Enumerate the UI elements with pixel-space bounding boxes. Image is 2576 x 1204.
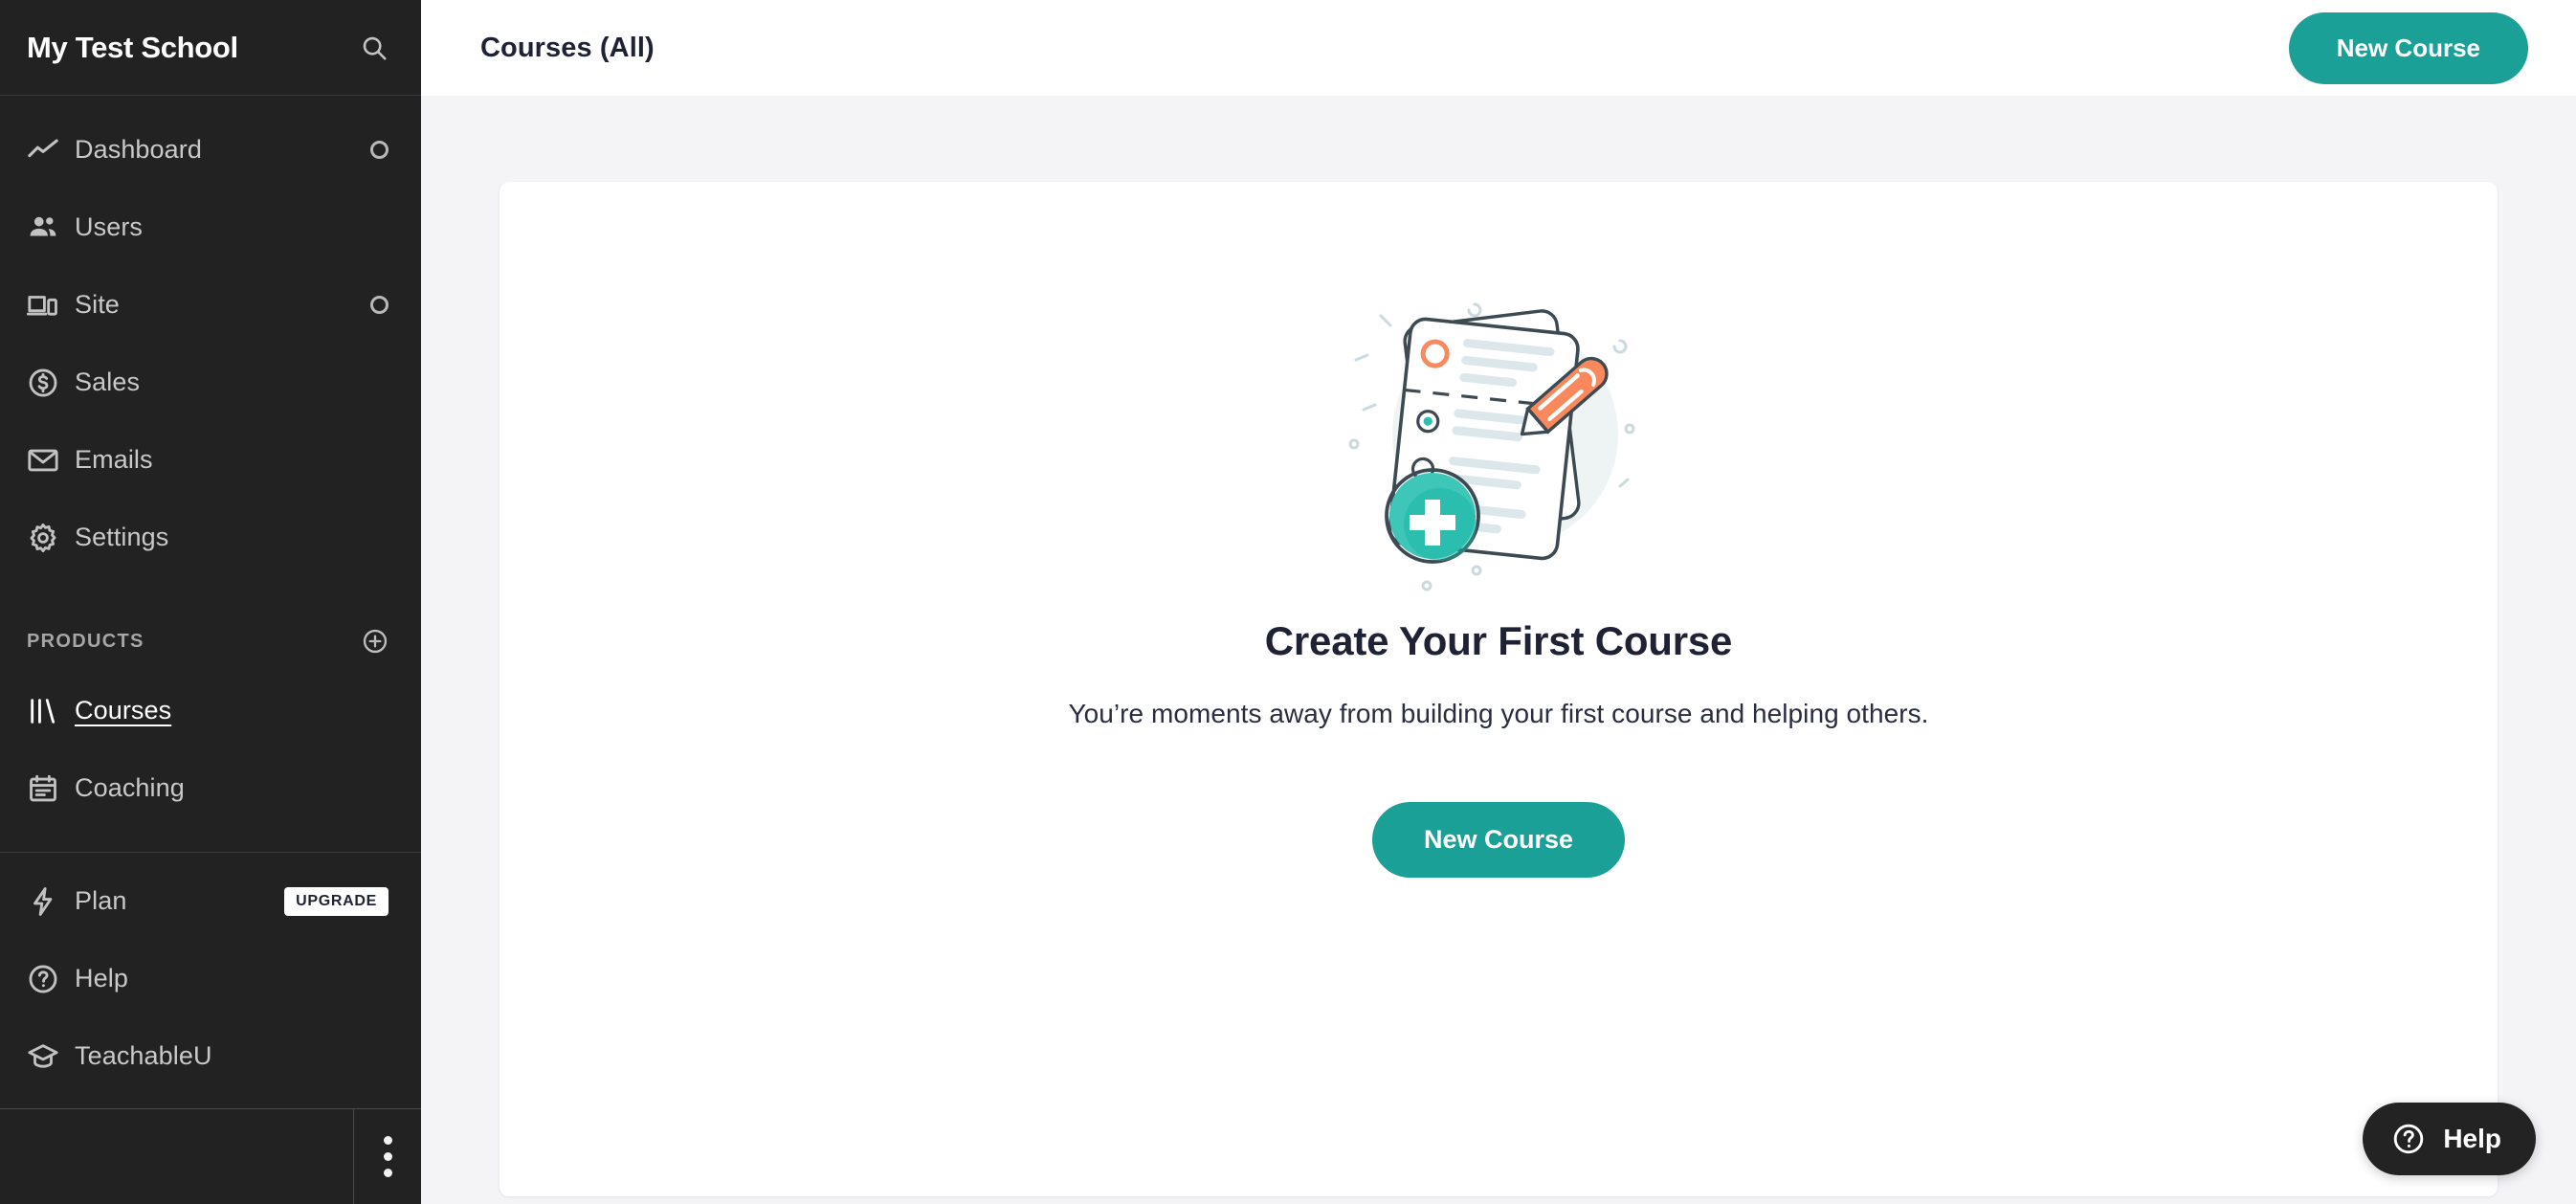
graduation-cap-icon (27, 1040, 75, 1073)
help-widget-button[interactable]: Help (2363, 1103, 2536, 1175)
app-root: My Test School Dashboard Users Site Sale… (0, 0, 2576, 1204)
sidebar-item-dashboard[interactable]: Dashboard (0, 111, 421, 189)
new-course-button-cta[interactable]: New Course (1371, 802, 1626, 878)
trend-line-icon (27, 134, 75, 167)
sidebar-item-sales[interactable]: Sales (0, 344, 421, 421)
products-section-title: PRODUCTS (27, 630, 144, 652)
empty-state-subtitle: You’re moments away from building your f… (1068, 699, 1929, 728)
sidebar-item-help[interactable]: Help (0, 940, 421, 1017)
kebab-dots (383, 1136, 392, 1177)
bolt-icon (27, 885, 75, 918)
help-widget-label: Help (2443, 1124, 2501, 1153)
gear-icon (27, 522, 75, 554)
sidebar-item-plan[interactable]: Plan UPGRADE (0, 862, 421, 940)
sidebar-item-label: Plan (75, 886, 127, 915)
sidebar-item-courses[interactable]: Courses (0, 672, 421, 749)
sidebar-nav: Dashboard Users Site Sales Emails Settin… (0, 96, 421, 1108)
content-region: Create Your First Course You’re moments … (421, 96, 2576, 1204)
empty-state-title: Create Your First Course (1264, 618, 1733, 663)
sidebar-item-teachableu[interactable]: TeachableU (0, 1017, 421, 1095)
sidebar-item-label: TeachableU (75, 1041, 212, 1070)
new-course-button-header[interactable]: New Course (2288, 11, 2528, 84)
status-ring-indicator (370, 296, 389, 314)
search-icon[interactable] (360, 33, 389, 62)
sidebar-item-label: Coaching (75, 773, 185, 802)
question-circle-icon (2391, 1122, 2426, 1156)
sidebar-item-label: Help (75, 964, 128, 992)
sidebar: My Test School Dashboard Users Site Sale… (0, 0, 421, 1204)
sidebar-item-label: Users (75, 212, 144, 241)
sidebar-footer-spacer (0, 1109, 354, 1204)
page-header: Courses (All) New Course (421, 0, 2576, 96)
products-section-header: PRODUCTS (0, 611, 421, 672)
dollar-circle-icon (27, 367, 75, 399)
document-pencil-add-illustration (1341, 283, 1656, 599)
sidebar-item-emails[interactable]: Emails (0, 421, 421, 499)
sidebar-item-settings[interactable]: Settings (0, 499, 421, 576)
status-ring-indicator (370, 141, 389, 159)
question-circle-icon (27, 963, 75, 995)
sidebar-item-label: Dashboard (75, 135, 202, 164)
sidebar-item-label: Sales (75, 368, 141, 396)
sidebar-item-site[interactable]: Site (0, 266, 421, 344)
sidebar-item-users[interactable]: Users (0, 189, 421, 266)
books-icon (27, 695, 75, 727)
sidebar-footer (0, 1108, 421, 1204)
plus-circle-icon[interactable] (362, 628, 389, 655)
sidebar-item-label: Emails (75, 445, 153, 474)
sidebar-item-label: Courses (75, 696, 172, 725)
sidebar-divider (0, 852, 421, 853)
page-title: Courses (All) (480, 32, 655, 63)
school-name: My Test School (27, 30, 238, 64)
people-icon (27, 212, 75, 244)
main-area: Courses (All) New Course Create Your Fir… (421, 0, 2576, 1204)
sidebar-item-label: Settings (75, 523, 169, 551)
empty-state-card: Create Your First Course You’re moments … (500, 182, 2498, 1196)
calendar-icon (27, 772, 75, 805)
upgrade-badge[interactable]: UPGRADE (284, 886, 389, 916)
devices-icon (27, 289, 75, 322)
envelope-icon (27, 444, 75, 477)
sidebar-item-coaching[interactable]: Coaching (0, 749, 421, 827)
sidebar-item-label: Site (75, 290, 120, 319)
sidebar-header: My Test School (0, 0, 421, 96)
kebab-menu-icon[interactable] (354, 1109, 421, 1204)
